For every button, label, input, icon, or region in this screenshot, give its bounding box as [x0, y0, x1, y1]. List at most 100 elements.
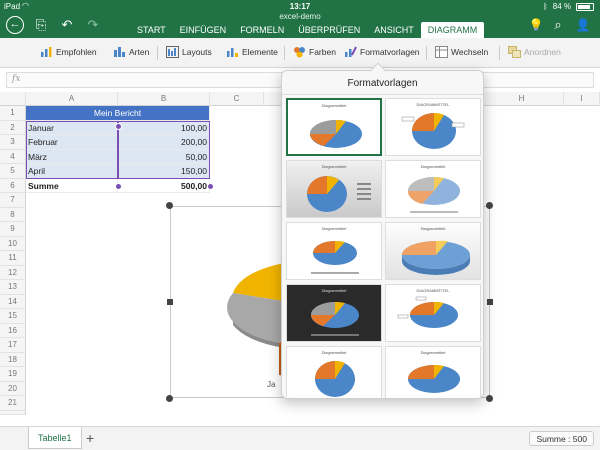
redo-icon[interactable]: ↷ [84, 16, 102, 34]
wechseln-button[interactable]: Wechseln [435, 46, 488, 58]
chart-style-option[interactable]: Diagrammtitel [286, 98, 382, 156]
report-title-cell[interactable]: Mein Bericht [26, 106, 210, 121]
chart-resize-handle[interactable] [486, 202, 493, 209]
month-cell[interactable]: März [26, 149, 118, 164]
row-header[interactable]: 2 [0, 120, 26, 135]
row-header[interactable]: 5 [0, 164, 26, 179]
month-cell[interactable]: Januar [26, 120, 118, 135]
chart-resize-handle[interactable] [486, 395, 493, 402]
empfohlen-button[interactable]: Empfohlen [40, 46, 97, 58]
row-header[interactable]: 12 [0, 265, 26, 280]
chart-resize-handle[interactable] [487, 299, 493, 305]
arrange-icon [508, 46, 521, 58]
sum-value-cell[interactable]: 500,00 [118, 178, 210, 193]
chart-resize-handle[interactable] [166, 202, 173, 209]
column-header[interactable]: B [118, 92, 210, 106]
tab-start[interactable]: START [130, 22, 173, 38]
row-header[interactable]: 7 [0, 193, 26, 208]
chart-style-option[interactable]: Diagrammtitel [385, 160, 481, 218]
row-header[interactable]: 13 [0, 280, 26, 295]
selection-handle[interactable] [114, 123, 122, 130]
style-preview-pie [401, 113, 465, 149]
row-header[interactable]: 8 [0, 207, 26, 222]
column-header[interactable]: I [564, 92, 600, 106]
row-header[interactable]: 15 [0, 309, 26, 324]
tab-ueberpruefen[interactable]: ÜBERPRÜFEN [291, 22, 367, 38]
row-header[interactable]: 9 [0, 222, 26, 237]
row-header[interactable]: 14 [0, 294, 26, 309]
tab-diagramm[interactable]: DIAGRAMM [420, 22, 485, 38]
chart-style-caption: Diagrammtitel [420, 226, 446, 231]
month-cell[interactable]: April [26, 164, 118, 179]
back-icon[interactable]: ← [6, 16, 24, 34]
row-header[interactable]: 10 [0, 236, 26, 251]
chart-resize-handle[interactable] [167, 299, 173, 305]
row-header[interactable]: 20 [0, 381, 26, 396]
search-icon[interactable]: ⌕ [549, 16, 567, 34]
formatvorlagen-button[interactable]: Formatvorlagen [344, 46, 420, 58]
undo-icon[interactable]: ↶ [58, 16, 76, 34]
chart-style-option[interactable]: Diagrammtitel [385, 346, 481, 398]
layouts-icon [166, 46, 179, 58]
chart-style-option[interactable]: DIAGRAMMTITEL [385, 284, 481, 342]
popover-divider [282, 94, 483, 95]
row-header[interactable]: 11 [0, 251, 26, 266]
arten-button[interactable]: Arten [113, 46, 149, 58]
row-header[interactable]: 19 [0, 367, 26, 382]
anordnen-button[interactable]: Anordnen [508, 46, 561, 58]
month-cell[interactable]: Februar [26, 135, 118, 150]
ribbon-separator [499, 46, 500, 60]
sum-readout[interactable]: Summe : 500 [529, 431, 594, 446]
chart-style-caption: DIAGRAMMTITEL [416, 102, 450, 107]
select-all-corner[interactable] [0, 92, 26, 106]
style-preview-pie [307, 176, 371, 212]
value-cell[interactable]: 100,00 [118, 120, 210, 135]
column-header[interactable]: H [480, 92, 564, 106]
chart-style-option[interactable]: Diagrammtitel [286, 222, 382, 280]
add-sheet-button[interactable]: + [86, 430, 94, 446]
sheet-tab-tabelle1[interactable]: Tabelle1 [28, 427, 82, 449]
chart-style-caption: Diagrammtitel [321, 103, 347, 108]
column-header[interactable]: A [26, 92, 118, 106]
farben-button[interactable]: Farben [293, 46, 336, 58]
chart-style-caption: DIAGRAMMTITEL [416, 288, 450, 293]
chart-style-option[interactable]: DIAGRAMMTITEL [385, 98, 481, 156]
row-header[interactable]: 18 [0, 352, 26, 367]
chart-style-caption: Diagrammtitel [420, 350, 446, 355]
chart-resize-handle[interactable] [166, 395, 173, 402]
sum-label-cell[interactable]: Summe [26, 178, 118, 193]
tab-einfuegen[interactable]: EINFÜGEN [173, 22, 234, 38]
layouts-button[interactable]: Layouts [166, 46, 212, 58]
style-preview-pie [310, 119, 362, 148]
chart-style-option[interactable]: Diagrammtitel [286, 160, 382, 218]
chart-style-option[interactable]: Diagrammtitel [385, 222, 481, 280]
row-header[interactable]: 6 [0, 178, 26, 193]
lightbulb-icon[interactable]: 💡 [527, 16, 545, 34]
value-cell[interactable]: 50,00 [118, 149, 210, 164]
file-icon[interactable]: ⎘ [32, 16, 50, 34]
chart-style-caption: Diagrammtitel [321, 164, 347, 169]
chart-style-caption: Diagrammtitel [321, 226, 347, 231]
chart-style-option[interactable]: Diagrammtitel [286, 284, 382, 342]
anordnen-label: Anordnen [524, 47, 561, 57]
tab-ansicht[interactable]: ANSICHT [367, 22, 421, 38]
row-header[interactable]: 16 [0, 323, 26, 338]
value-cell[interactable]: 200,00 [118, 135, 210, 150]
elemente-button[interactable]: Elemente [226, 46, 278, 58]
empfohlen-label: Empfohlen [56, 47, 97, 57]
row-header[interactable]: 1 [0, 106, 26, 121]
row-header[interactable] [0, 410, 26, 415]
row-header[interactable]: 4 [0, 149, 26, 164]
row-header[interactable]: 3 [0, 135, 26, 150]
share-person-icon[interactable]: 👤+ [574, 16, 592, 50]
ribbon: Empfohlen Arten Layouts Elemente Farben … [0, 38, 600, 68]
value-cell[interactable]: 150,00 [118, 164, 210, 179]
selection-handle[interactable] [114, 182, 122, 190]
chart-style-option[interactable]: Diagrammtitel [286, 346, 382, 398]
row-header[interactable]: 21 [0, 396, 26, 411]
chart-style-caption: Diagrammtitel [321, 350, 347, 355]
tab-formeln[interactable]: FORMELN [233, 22, 291, 38]
selection-handle[interactable] [206, 182, 214, 190]
column-header[interactable]: C [210, 92, 264, 106]
row-header[interactable]: 17 [0, 338, 26, 353]
